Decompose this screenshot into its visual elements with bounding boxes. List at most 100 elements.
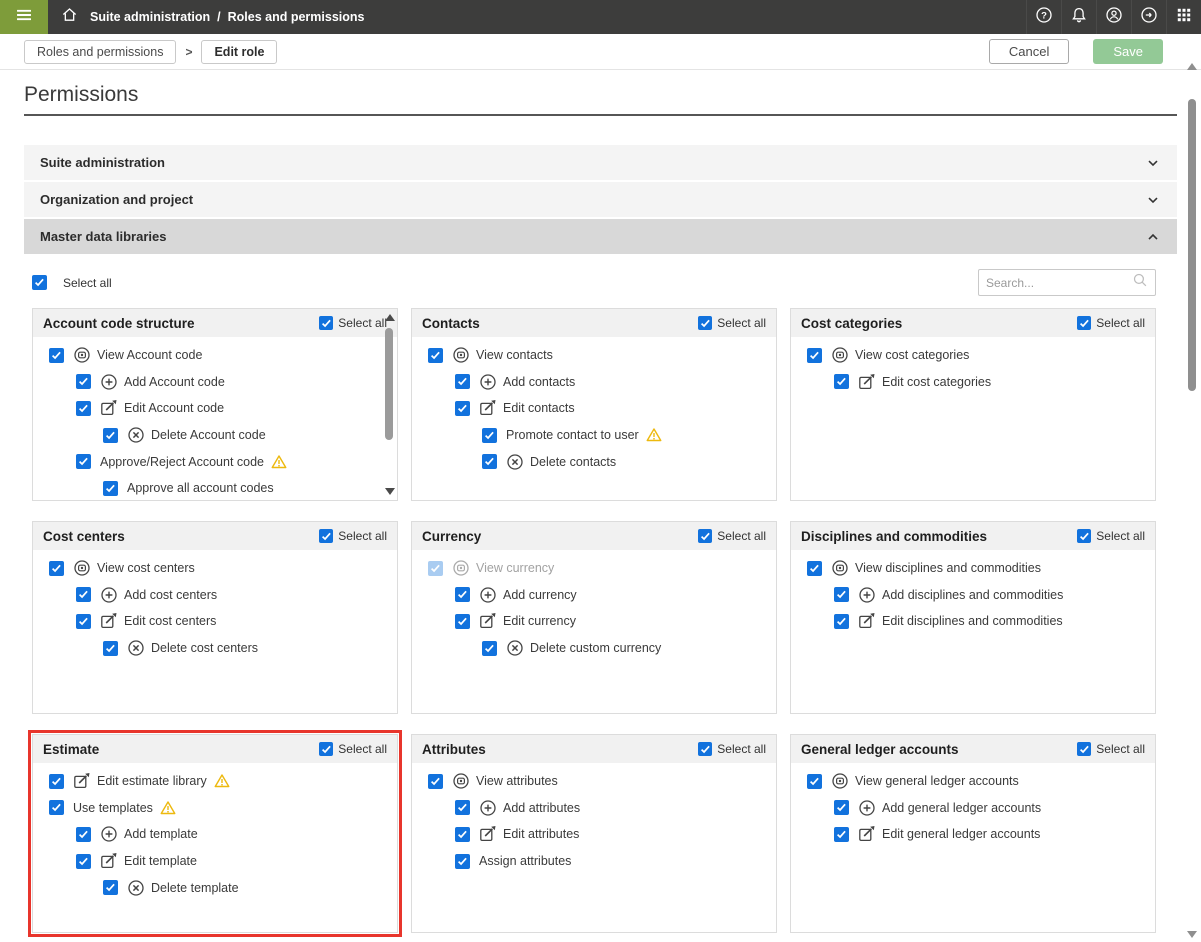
- permission-checkbox[interactable]: [76, 454, 91, 469]
- permission-checkbox[interactable]: [49, 561, 64, 576]
- add-icon: [479, 799, 497, 817]
- permission-checkbox[interactable]: [76, 827, 91, 842]
- permission-checkbox[interactable]: [807, 348, 822, 363]
- permission-checkbox[interactable]: [455, 401, 470, 416]
- permission-card-cost-categories: Cost categoriesSelect allView cost categ…: [790, 308, 1156, 501]
- permission-row-add-currency: Add currency: [412, 582, 776, 609]
- permission-cards-grid: Account code structureSelect allView Acc…: [32, 308, 1201, 933]
- permission-checkbox[interactable]: [482, 641, 497, 656]
- permission-checkbox[interactable]: [103, 880, 118, 895]
- permission-checkbox[interactable]: [49, 800, 64, 815]
- roles-and-permissions-chip[interactable]: Roles and permissions: [24, 40, 176, 64]
- permission-checkbox[interactable]: [76, 614, 91, 629]
- breadcrumb-page[interactable]: Roles and permissions: [228, 10, 365, 24]
- view-icon: [73, 346, 91, 364]
- search-input[interactable]: [986, 276, 1132, 290]
- help-button[interactable]: ?: [1026, 0, 1061, 34]
- card-scrollbar-up-arrow[interactable]: [385, 314, 395, 321]
- add-icon: [100, 825, 118, 843]
- permission-checkbox[interactable]: [103, 641, 118, 656]
- save-button[interactable]: Save: [1093, 39, 1163, 64]
- notifications-button[interactable]: [1061, 0, 1096, 34]
- permission-label: View Account code: [97, 348, 202, 362]
- edit-role-chip[interactable]: Edit role: [201, 40, 277, 64]
- permission-checkbox[interactable]: [76, 374, 91, 389]
- accordion-section-label: Master data libraries: [40, 229, 166, 244]
- card-scrollbar-down-arrow[interactable]: [385, 488, 395, 495]
- permission-checkbox[interactable]: [834, 587, 849, 602]
- permission-checkbox[interactable]: [834, 800, 849, 815]
- permission-checkbox[interactable]: [76, 401, 91, 416]
- permission-checkbox[interactable]: [76, 854, 91, 869]
- section-select-all-checkbox[interactable]: [32, 275, 47, 290]
- permission-checkbox[interactable]: [834, 374, 849, 389]
- card-select-all-checkbox[interactable]: [1077, 316, 1091, 330]
- permission-checkbox[interactable]: [76, 587, 91, 602]
- card-select-all[interactable]: Select all: [1077, 529, 1145, 543]
- card-select-all[interactable]: Select all: [319, 316, 387, 330]
- home-button[interactable]: [48, 0, 90, 34]
- permission-checkbox[interactable]: [807, 561, 822, 576]
- permission-checkbox[interactable]: [455, 614, 470, 629]
- warning-icon: [214, 773, 230, 789]
- add-icon: [479, 586, 497, 604]
- permission-label: View cost categories: [855, 348, 969, 362]
- accordion-section-suite-administration[interactable]: Suite administration: [24, 145, 1177, 180]
- card-select-all[interactable]: Select all: [1077, 742, 1145, 756]
- page-scrollbar-down-arrow[interactable]: [1187, 931, 1197, 938]
- permission-checkbox[interactable]: [49, 348, 64, 363]
- section-select-all[interactable]: Select all: [32, 275, 112, 290]
- accordion-section-organization-and-project[interactable]: Organization and project: [24, 182, 1177, 217]
- card-scrollbar-thumb[interactable]: [385, 328, 393, 440]
- permission-checkbox[interactable]: [482, 454, 497, 469]
- accordion-section-master-data-libraries[interactable]: Master data libraries: [24, 219, 1177, 254]
- permission-checkbox[interactable]: [103, 481, 118, 496]
- permission-row-delete-account-code: Delete Account code: [33, 422, 397, 449]
- permission-checkbox[interactable]: [834, 827, 849, 842]
- card-select-all[interactable]: Select all: [1077, 316, 1145, 330]
- permission-checkbox[interactable]: [455, 374, 470, 389]
- permission-row-delete-template: Delete template: [33, 874, 397, 901]
- permission-checkbox[interactable]: [807, 774, 822, 789]
- hamburger-menu-button[interactable]: [0, 0, 48, 34]
- add-icon: [858, 586, 876, 604]
- card-title: Estimate: [43, 742, 99, 757]
- hamburger-icon: [15, 6, 33, 29]
- card-select-all[interactable]: Select all: [319, 742, 387, 756]
- card-select-all-checkbox[interactable]: [1077, 742, 1091, 756]
- page-scrollbar-thumb[interactable]: [1188, 99, 1196, 391]
- card-select-all[interactable]: Select all: [698, 742, 766, 756]
- permission-row-edit-estimate-library: Edit estimate library: [33, 768, 397, 795]
- permission-label: Add general ledger accounts: [882, 801, 1041, 815]
- permission-checkbox[interactable]: [428, 348, 443, 363]
- card-select-all-checkbox[interactable]: [698, 316, 712, 330]
- account-button[interactable]: [1096, 0, 1131, 34]
- card-select-all[interactable]: Select all: [319, 529, 387, 543]
- permission-checkbox[interactable]: [834, 614, 849, 629]
- permission-checkbox[interactable]: [428, 774, 443, 789]
- permission-checkbox[interactable]: [482, 428, 497, 443]
- permission-checkbox[interactable]: [455, 827, 470, 842]
- card-select-all[interactable]: Select all: [698, 316, 766, 330]
- apps-button[interactable]: [1166, 0, 1201, 34]
- card-select-all-checkbox[interactable]: [319, 742, 333, 756]
- card-select-all[interactable]: Select all: [698, 529, 766, 543]
- card-header: Disciplines and commoditiesSelect all: [791, 522, 1155, 550]
- permission-checkbox[interactable]: [428, 561, 443, 576]
- permission-checkbox[interactable]: [103, 428, 118, 443]
- card-select-all-checkbox[interactable]: [319, 316, 333, 330]
- logo-button[interactable]: [1131, 0, 1166, 34]
- page-scrollbar-up-arrow[interactable]: [1187, 63, 1197, 70]
- cancel-button[interactable]: Cancel: [989, 39, 1069, 64]
- card-body: View Account codeAdd Account codeEdit Ac…: [33, 337, 397, 500]
- card-select-all-checkbox[interactable]: [319, 529, 333, 543]
- breadcrumb-section[interactable]: Suite administration: [90, 10, 210, 24]
- permission-checkbox[interactable]: [455, 854, 470, 869]
- permission-checkbox[interactable]: [455, 800, 470, 815]
- card-select-all-checkbox[interactable]: [1077, 529, 1091, 543]
- card-select-all-checkbox[interactable]: [698, 529, 712, 543]
- permission-checkbox[interactable]: [455, 587, 470, 602]
- card-select-all-checkbox[interactable]: [698, 742, 712, 756]
- card-header: General ledger accountsSelect all: [791, 735, 1155, 763]
- permission-checkbox[interactable]: [49, 774, 64, 789]
